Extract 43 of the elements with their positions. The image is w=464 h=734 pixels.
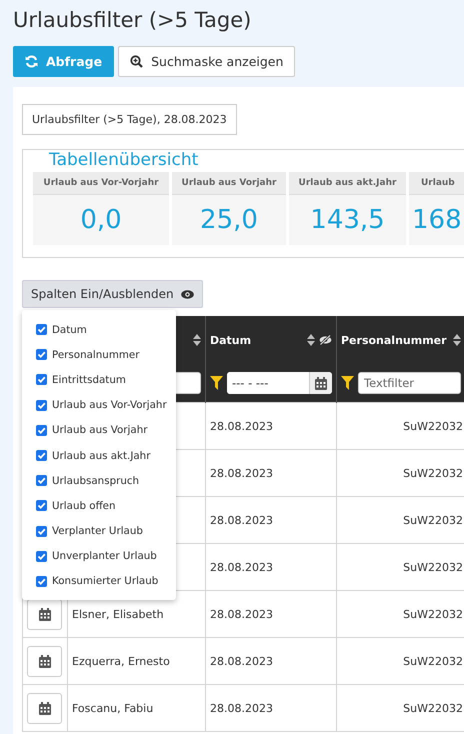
- stat-value: 25,0: [199, 204, 259, 237]
- date-filter-field[interactable]: --- - ---: [227, 372, 332, 394]
- column-option[interactable]: Konsumierter Urlaub: [22, 568, 176, 594]
- column-option[interactable]: Urlaub offen: [22, 493, 176, 518]
- stat-value: 168: [411, 204, 463, 237]
- date-cell: 28.08.2023: [210, 560, 273, 574]
- stat-label: Urlaub aus akt.Jahr: [289, 172, 406, 195]
- column-option[interactable]: Datum: [22, 317, 176, 342]
- text-filter-field[interactable]: Textfilter: [358, 372, 460, 394]
- column-option[interactable]: Urlaub aus Vor-Vorjahr: [22, 392, 176, 418]
- column-option[interactable]: Eintrittsdatum: [22, 367, 176, 393]
- personnel-number-cell: SuW22032: [403, 702, 463, 714]
- personnel-number-cell: SuW22032: [403, 654, 463, 668]
- column-option[interactable]: Urlaubsanspruch: [22, 468, 176, 494]
- column-toggle-button[interactable]: Spalten Ein/Ausblenden: [22, 280, 203, 308]
- stat-label: Urlaub: [409, 172, 464, 195]
- date-cell: 28.08.2023: [210, 654, 273, 668]
- column-option[interactable]: Personalnummer: [22, 342, 176, 368]
- personnel-number-cell: SuW22032: [403, 466, 463, 480]
- name-cell: Ezquerra, Ernesto: [72, 654, 170, 668]
- personnel-number-cell: SuW22032: [403, 608, 463, 620]
- date-cell: 28.08.2023: [210, 420, 273, 432]
- search-mask-button[interactable]: Suchmaske anzeigen: [118, 46, 296, 77]
- personnel-number-cell: SuW22032: [403, 514, 463, 526]
- column-option[interactable]: Urlaub aus Vorjahr: [22, 418, 176, 443]
- name-cell: Foscanu, Fabiu: [72, 702, 154, 714]
- personnel-number-cell: SuW22032: [403, 560, 463, 574]
- stat-value: 0,0: [79, 204, 123, 237]
- stat-label: Urlaub aus Vorjahr: [172, 172, 286, 195]
- date-cell: 28.08.2023: [210, 702, 273, 714]
- date-cell: 28.08.2023: [210, 466, 273, 480]
- stat-value: 143,5: [309, 204, 386, 237]
- column-option[interactable]: Verplanter Urlaub: [22, 518, 176, 544]
- column-option[interactable]: Urlaub aus akt.Jahr: [22, 442, 176, 468]
- stat-label: Urlaub aus Vor-Vorjahr: [33, 172, 169, 195]
- report-label: Urlaubsfilter (>5 Tage), 28.08.2023: [22, 104, 237, 135]
- column-option[interactable]: Unverplanter Urlaub: [22, 544, 176, 569]
- personnel-number-cell: SuW22032: [403, 420, 463, 432]
- name-cell: Elsner, Elisabeth: [72, 608, 164, 620]
- page-title: Urlaubsfilter (>5 Tage): [12, 7, 252, 34]
- column-header[interactable]: Datum: [210, 334, 303, 346]
- date-cell: 28.08.2023: [210, 608, 273, 620]
- date-cell: 28.08.2023: [210, 514, 273, 526]
